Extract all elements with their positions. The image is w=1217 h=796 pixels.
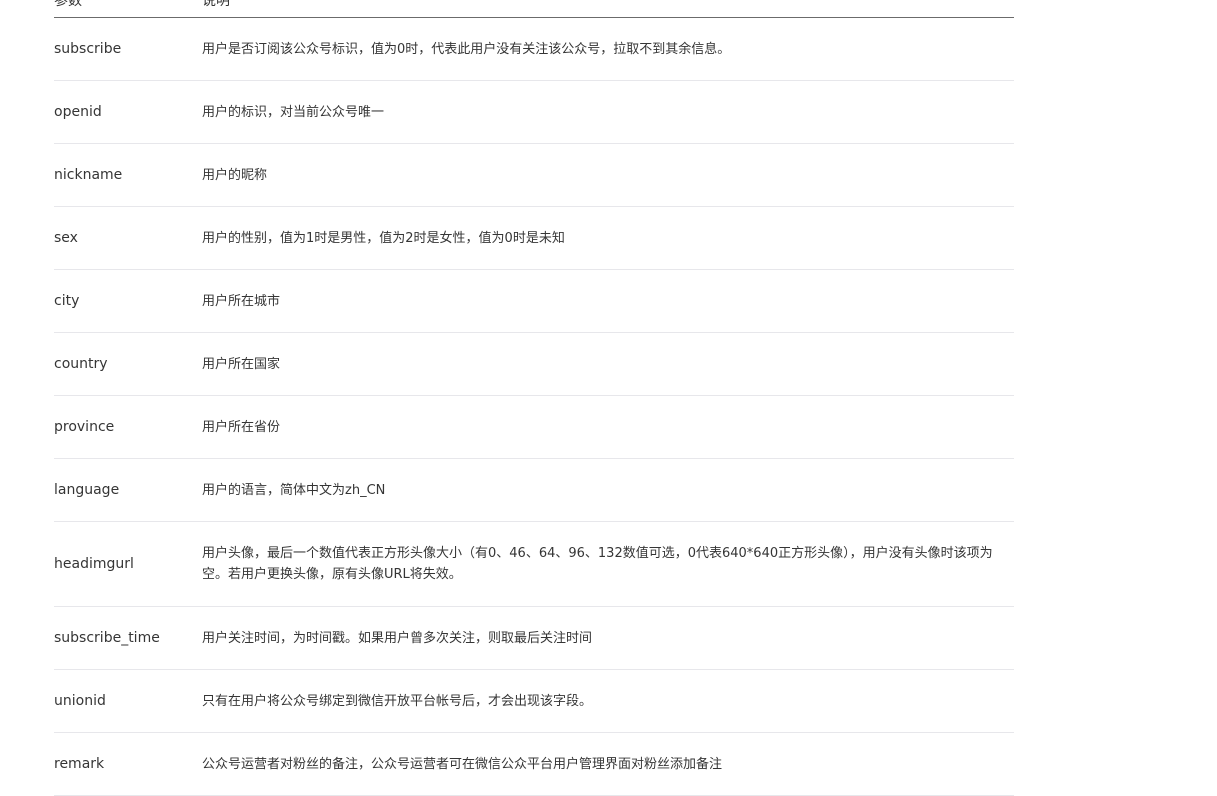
table-header-row: 参数 说明	[54, 0, 1014, 18]
column-header-description-label: 说明	[202, 0, 230, 9]
table-row: sex 用户的性别，值为1时是男性，值为2时是女性，值为0时是未知	[54, 206, 1014, 270]
table-row: language 用户的语言，简体中文为zh_CN	[54, 458, 1014, 522]
parameter-name: subscribe	[54, 17, 202, 81]
parameter-table: 参数 说明 subscribe 用户是否订阅该公众号标识，值为0时，代表此用户没…	[54, 0, 1014, 796]
parameter-name: nickname	[54, 143, 202, 207]
parameter-name: remark	[54, 732, 202, 796]
table-row: city 用户所在城市	[54, 269, 1014, 333]
parameter-name: city	[54, 269, 202, 333]
parameter-description: 用户的性别，值为1时是男性，值为2时是女性，值为0时是未知	[202, 206, 1014, 270]
column-header-description: 说明	[202, 0, 1014, 18]
parameter-description: 用户所在省份	[202, 395, 1014, 459]
parameter-description: 用户所在城市	[202, 269, 1014, 333]
parameter-description: 用户是否订阅该公众号标识，值为0时，代表此用户没有关注该公众号，拉取不到其余信息…	[202, 17, 1014, 81]
parameter-description: 用户的昵称	[202, 143, 1014, 207]
table-row: province 用户所在省份	[54, 395, 1014, 459]
parameter-description: 用户头像，最后一个数值代表正方形头像大小（有0、46、64、96、132数值可选…	[202, 521, 1014, 607]
parameter-name: province	[54, 395, 202, 459]
parameter-description: 用户的语言，简体中文为zh_CN	[202, 458, 1014, 522]
parameter-name: sex	[54, 206, 202, 270]
table-row: subscribe 用户是否订阅该公众号标识，值为0时，代表此用户没有关注该公众…	[54, 17, 1014, 81]
table-row: unionid 只有在用户将公众号绑定到微信开放平台帐号后，才会出现该字段。	[54, 669, 1014, 733]
column-header-parameter-label: 参数	[54, 0, 82, 9]
table-row: remark 公众号运营者对粉丝的备注，公众号运营者可在微信公众平台用户管理界面…	[54, 732, 1014, 796]
parameter-name: language	[54, 458, 202, 522]
table-row: country 用户所在国家	[54, 332, 1014, 396]
parameter-name: openid	[54, 80, 202, 144]
parameter-name: subscribe_time	[54, 606, 202, 670]
parameter-description: 用户所在国家	[202, 332, 1014, 396]
parameter-name: headimgurl	[54, 521, 202, 607]
parameter-description: 用户的标识，对当前公众号唯一	[202, 80, 1014, 144]
parameter-description: 用户关注时间，为时间戳。如果用户曾多次关注，则取最后关注时间	[202, 606, 1014, 670]
column-header-parameter: 参数	[54, 0, 202, 18]
table-row: subscribe_time 用户关注时间，为时间戳。如果用户曾多次关注，则取最…	[54, 606, 1014, 670]
table-body: subscribe 用户是否订阅该公众号标识，值为0时，代表此用户没有关注该公众…	[54, 17, 1014, 796]
table-row: nickname 用户的昵称	[54, 143, 1014, 207]
parameter-name: unionid	[54, 669, 202, 733]
table-row: openid 用户的标识，对当前公众号唯一	[54, 80, 1014, 144]
parameter-name: country	[54, 332, 202, 396]
parameter-description: 只有在用户将公众号绑定到微信开放平台帐号后，才会出现该字段。	[202, 669, 1014, 733]
table-row: headimgurl 用户头像，最后一个数值代表正方形头像大小（有0、46、64…	[54, 521, 1014, 607]
table-header: 参数 说明	[54, 0, 1014, 18]
parameter-description: 公众号运营者对粉丝的备注，公众号运营者可在微信公众平台用户管理界面对粉丝添加备注	[202, 732, 1014, 796]
